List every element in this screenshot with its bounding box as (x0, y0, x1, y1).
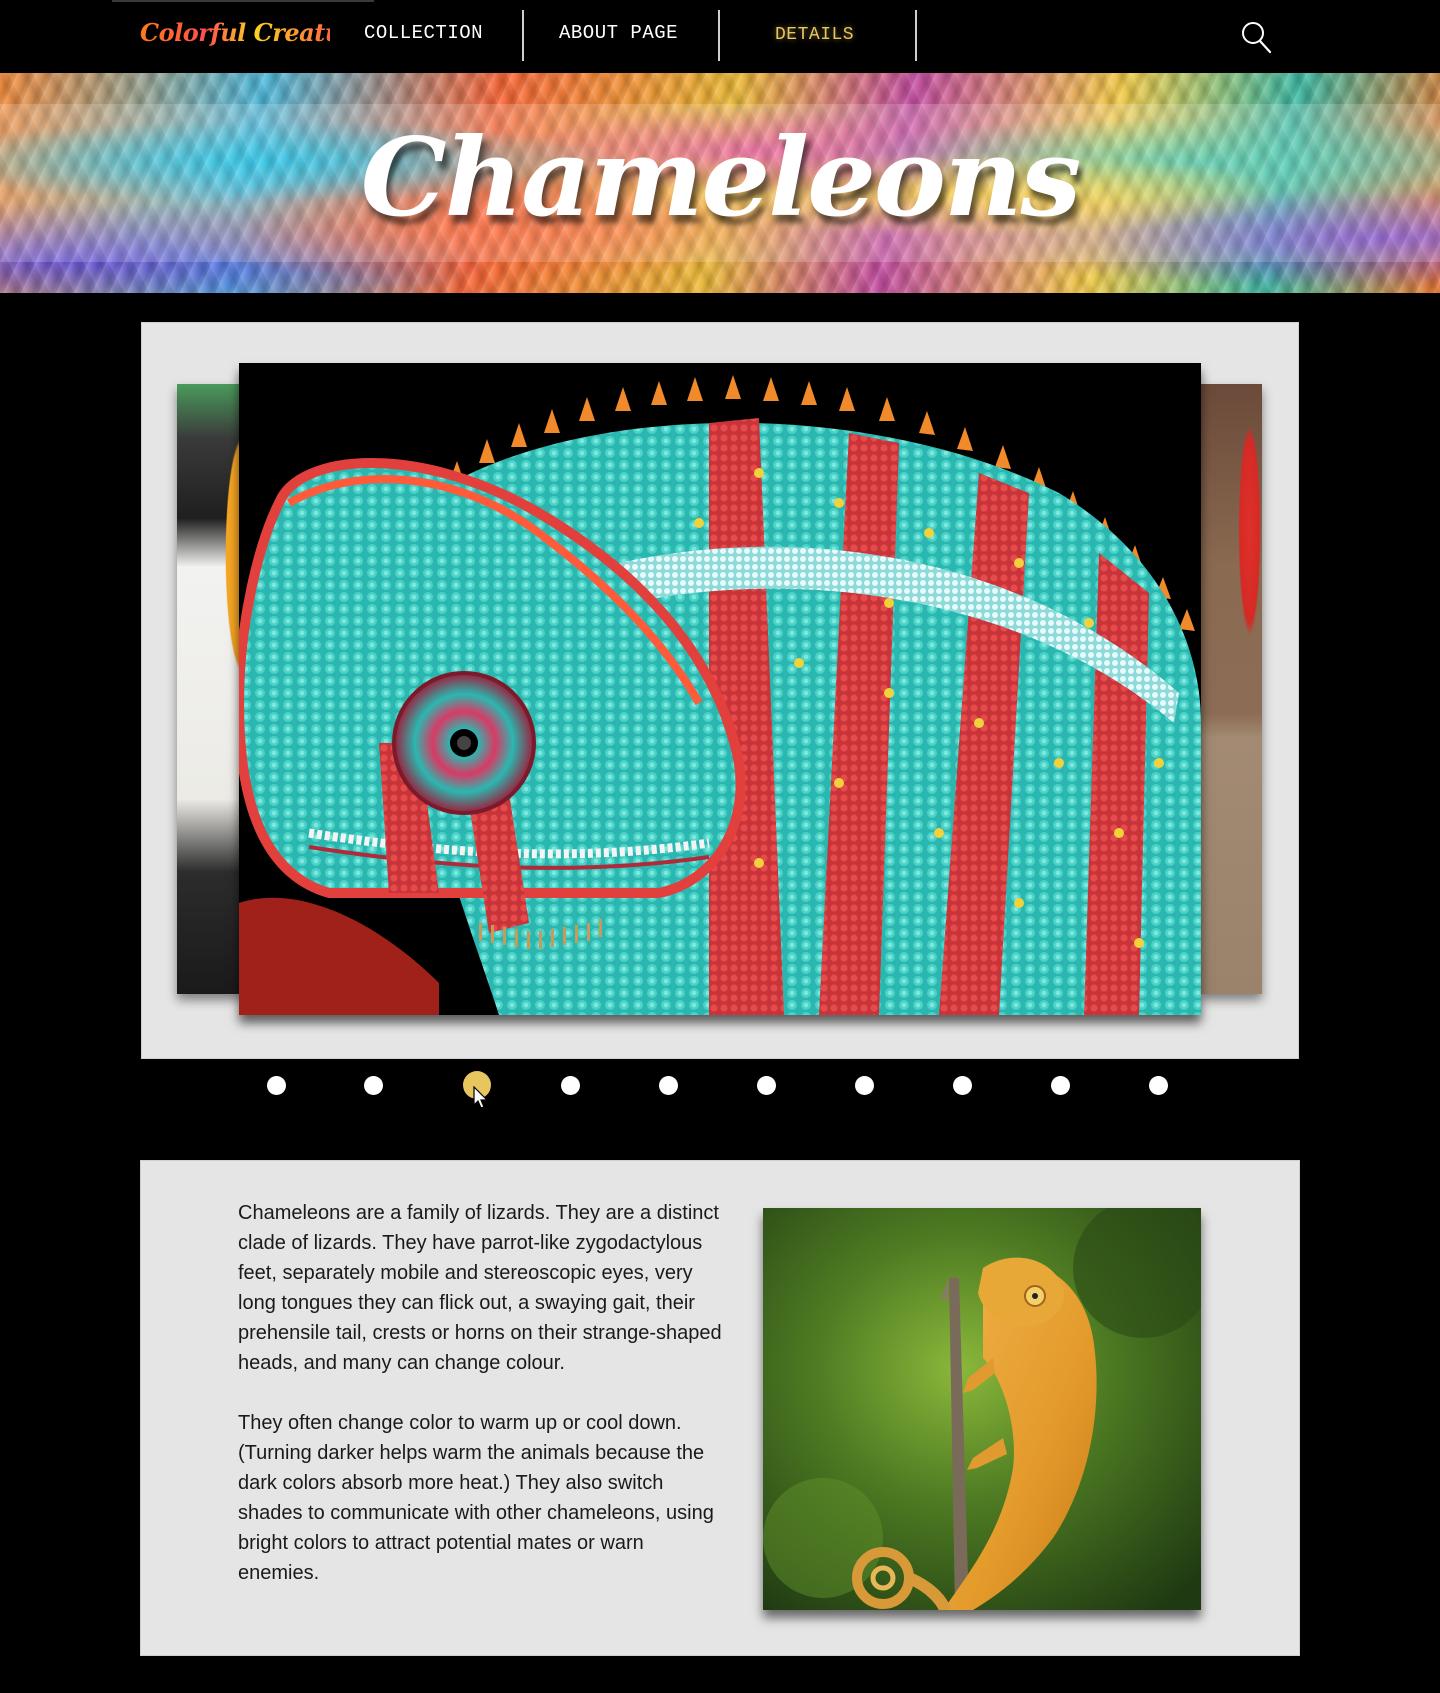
carousel-dot[interactable] (364, 1076, 383, 1095)
carousel-dot[interactable] (1149, 1076, 1168, 1095)
nav-link-details[interactable]: DETAILS (775, 14, 854, 56)
carousel-dot[interactable] (855, 1076, 874, 1095)
top-navigation: Colorful Creatures COLLECTION ABOUT PAGE… (0, 0, 1440, 73)
nav-divider (522, 10, 524, 61)
carousel-dot[interactable] (561, 1076, 580, 1095)
carousel-dot[interactable] (757, 1076, 776, 1095)
nav-top-divider (112, 0, 374, 2)
nav-divider (915, 10, 917, 61)
search-icon (1242, 22, 1272, 54)
carousel-current-slide[interactable] (239, 363, 1201, 1015)
description-text: Chameleons are a family of lizards. They… (238, 1198, 728, 1618)
chameleon-illustration (239, 363, 1201, 1015)
description-paragraph: They often change color to warm up or co… (238, 1412, 714, 1584)
carousel-previous-slide[interactable] (177, 384, 243, 994)
carousel-dot[interactable] (953, 1076, 972, 1095)
nav-link-about[interactable]: ABOUT PAGE (559, 12, 678, 54)
description-paragraph: Chameleons are a family of lizards. They… (238, 1202, 722, 1374)
mouse-cursor-icon (473, 1086, 489, 1109)
carousel-dot[interactable] (1051, 1076, 1070, 1095)
nav-link-collection[interactable]: COLLECTION (364, 12, 483, 54)
carousel-dot[interactable] (267, 1076, 286, 1095)
carousel-dot[interactable] (659, 1076, 678, 1095)
page-title: Chameleons (360, 115, 1082, 241)
carousel-pagination (0, 1071, 1440, 1099)
chameleon-photo (763, 1208, 1201, 1610)
search-button[interactable] (1240, 20, 1272, 54)
hero-banner: Chameleons (0, 73, 1440, 293)
carousel-next-slide[interactable] (1200, 384, 1262, 994)
chameleon-photo-image (763, 1208, 1201, 1610)
site-logo[interactable]: Colorful Creatures (140, 12, 382, 54)
nav-divider (718, 10, 720, 61)
